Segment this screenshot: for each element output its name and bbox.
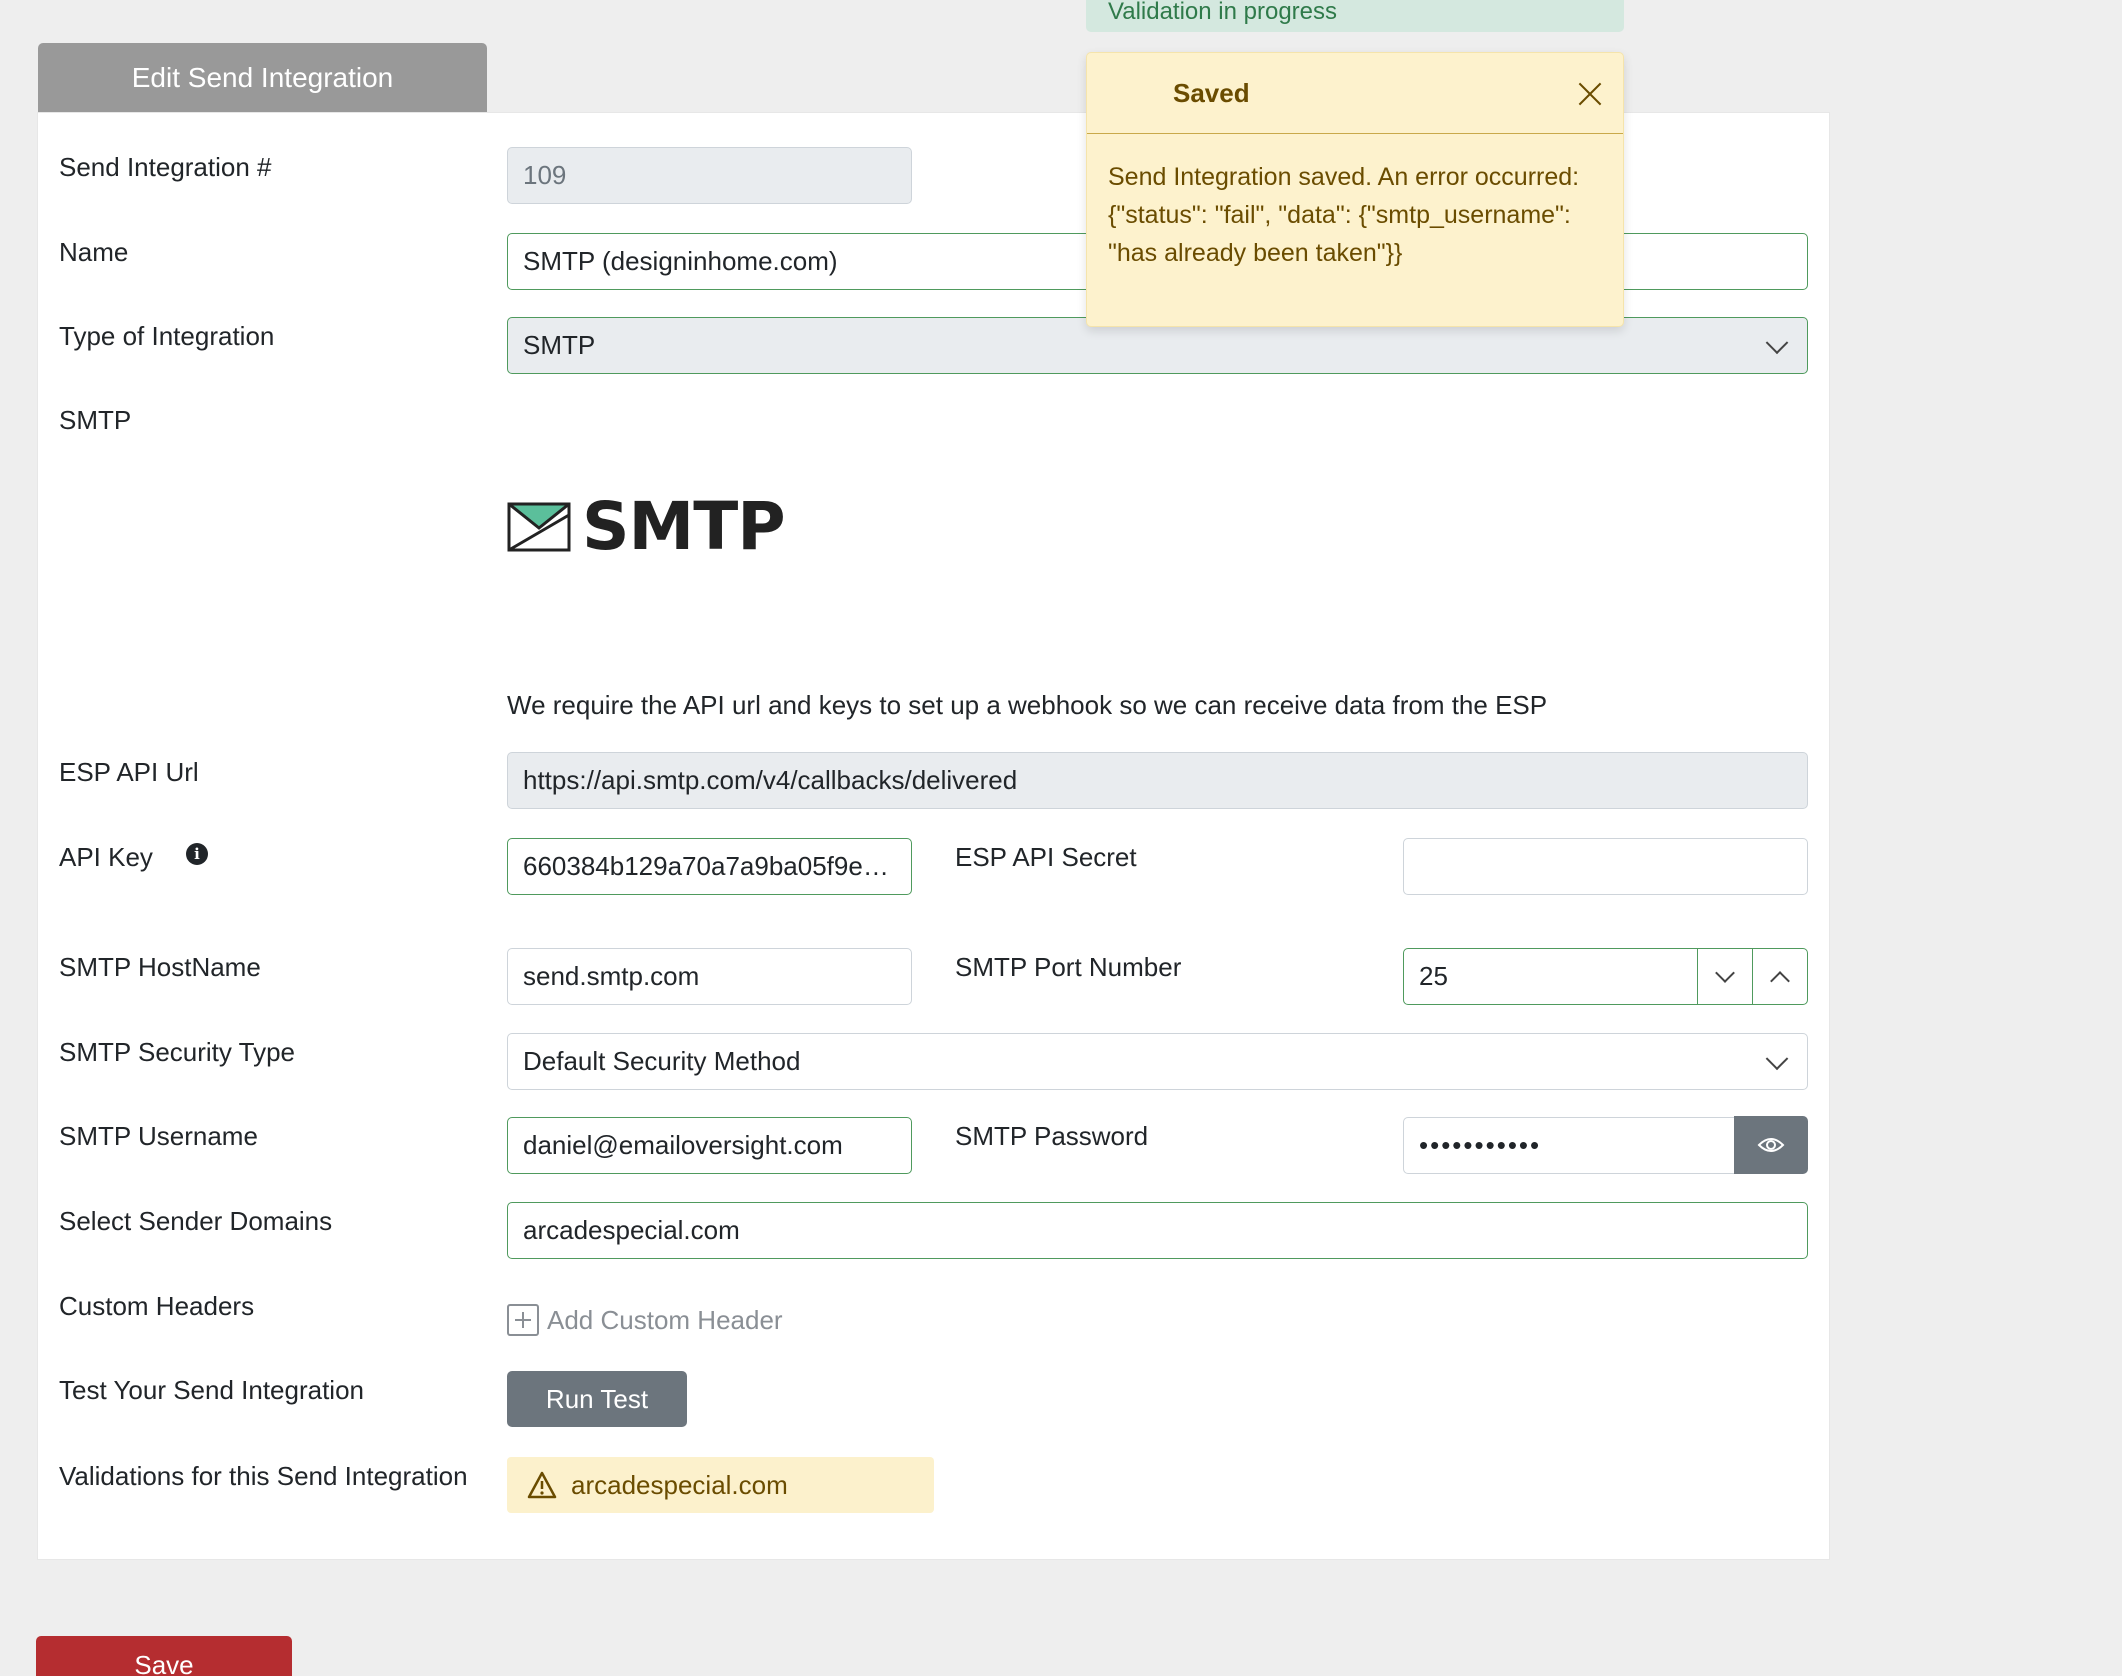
toast-message: Send Integration saved. An error occurre…: [1108, 163, 1580, 267]
integration-number-field: 109: [507, 147, 912, 204]
esp-api-secret-input[interactable]: [1403, 838, 1808, 895]
close-icon[interactable]: [1577, 81, 1603, 107]
smtp-username-label: SMTP Username: [59, 1121, 258, 1151]
smtp-password-label: SMTP Password: [955, 1121, 1149, 1151]
add-custom-header-button[interactable]: Add Custom Header: [507, 1304, 783, 1336]
esp-api-url-label: ESP API Url: [59, 757, 199, 787]
toast-header: Saved: [1087, 53, 1623, 134]
smtp-security-select[interactable]: Default Security Method: [507, 1033, 1808, 1090]
show-password-button[interactable]: [1734, 1116, 1808, 1174]
esp-api-url-field: https://api.smtp.com/v4/callbacks/delive…: [507, 752, 1808, 809]
validation-progress-text: Validation in progress: [1108, 0, 1338, 25]
port-increment-button[interactable]: [1752, 949, 1807, 1004]
tab-title: Edit Send Integration: [131, 61, 394, 93]
sender-domains-label: Select Sender Domains: [59, 1206, 333, 1236]
port-decrement-button[interactable]: [1697, 949, 1752, 1004]
integration-number-label: Send Integration #: [59, 152, 272, 182]
provider-label: SMTP: [59, 405, 132, 435]
test-label: Test Your Send Integration: [59, 1375, 365, 1405]
smtp-username-input[interactable]: daniel@emailoversight.com: [507, 1117, 912, 1174]
chevron-up-icon: [1770, 970, 1790, 991]
type-label: Type of Integration: [59, 321, 275, 351]
api-key-input[interactable]: 660384b129a70a7a9ba05f9e7...: [507, 838, 912, 895]
api-key-label: API Key: [59, 842, 153, 872]
envelope-icon: [507, 502, 571, 551]
smtp-security-label: SMTP Security Type: [59, 1037, 296, 1067]
smtp-hostname-input[interactable]: send.smtp.com: [507, 948, 912, 1005]
smtp-logo: SMTP: [506, 488, 786, 565]
smtp-password-input[interactable]: •••••••••••: [1403, 1117, 1736, 1174]
tab-edit-send-integration[interactable]: Edit Send Integration: [38, 43, 487, 112]
warning-icon: [527, 1471, 557, 1499]
smtp-hostname-label: SMTP HostName: [59, 952, 261, 982]
sender-domains-select[interactable]: arcadespecial.com: [507, 1202, 1808, 1259]
smtp-port-label: SMTP Port Number: [955, 952, 1182, 982]
custom-headers-label: Custom Headers: [59, 1291, 255, 1321]
add-custom-header-label: Add Custom Header: [547, 1304, 783, 1335]
save-button[interactable]: Save: [36, 1636, 292, 1676]
validation-badge-text: arcadespecial.com: [571, 1469, 788, 1500]
webhook-note: We require the API url and keys to set u…: [507, 690, 1548, 720]
chevron-down-icon: [1715, 962, 1735, 983]
plus-square-icon: [507, 1304, 539, 1336]
validations-label: Validations for this Send Integration: [59, 1461, 468, 1491]
run-test-button[interactable]: Run Test: [507, 1371, 687, 1427]
validation-progress-toast: Validation in progress: [1086, 0, 1624, 32]
smtp-port-stepper[interactable]: 25: [1403, 948, 1808, 1005]
saved-toast: Saved Send Integration saved. An error o…: [1086, 52, 1624, 327]
smtp-logo-text: SMTP: [582, 488, 786, 565]
name-label: Name: [59, 237, 129, 267]
esp-api-secret-label: ESP API Secret: [955, 842, 1137, 872]
toast-title: Saved: [1173, 77, 1250, 108]
eye-icon: [1757, 1138, 1785, 1152]
validation-badge[interactable]: arcadespecial.com: [507, 1457, 934, 1513]
info-icon[interactable]: i: [186, 843, 208, 865]
